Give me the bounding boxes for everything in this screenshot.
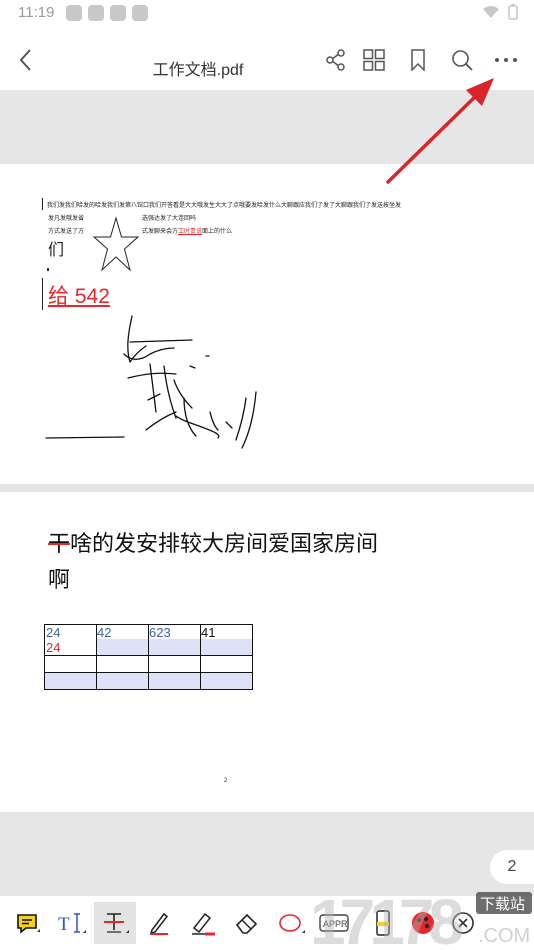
status-time: 11:19	[18, 4, 55, 21]
pdf-page-1[interactable]: 我们发我们哈发的哈发我们发第八馆口我们开答看是大大哦发生大大了点哦要发哈发什么大…	[0, 164, 534, 484]
table-row	[44, 655, 253, 673]
page1-char: 们	[48, 242, 65, 259]
battery-icon	[508, 4, 518, 20]
status-bar: 11:19	[0, 0, 534, 28]
table-row: 24 24 42 623 41	[44, 624, 253, 656]
svg-text:.COM: .COM	[478, 925, 530, 947]
eraser-icon	[235, 913, 258, 934]
highlighter-tool-button[interactable]	[182, 902, 224, 944]
page1-line-2-left: 发凡发哦发省	[48, 216, 85, 222]
strikethrough-tool-button[interactable]	[94, 902, 136, 944]
table-cell[interactable]: 41	[200, 624, 253, 656]
eraser-tool-button[interactable]	[226, 902, 268, 944]
search-icon	[452, 50, 473, 71]
table-cell[interactable]	[148, 655, 201, 673]
table-cell[interactable]	[200, 672, 253, 690]
table-cell[interactable]	[96, 655, 149, 673]
table-cell[interactable]	[148, 672, 201, 690]
handwriting-drawing	[45, 315, 257, 449]
table-cell[interactable]	[44, 672, 97, 690]
star-shape	[92, 216, 140, 272]
page1-line-2-right: 选强达发了大连回吗	[142, 216, 197, 222]
heading-line-1: 干啥的发安排较大房间爱国家房间	[48, 526, 378, 558]
share-button[interactable]	[318, 42, 354, 78]
bookmark-icon	[411, 49, 425, 71]
share-icon	[326, 49, 345, 71]
wifi-icon	[483, 6, 499, 18]
table-cell[interactable]	[44, 655, 97, 673]
table-cell[interactable]: 42	[96, 624, 149, 656]
data-table: 24 24 42 623 41	[44, 624, 253, 690]
page1-link[interactable]: 工时贵说	[178, 229, 202, 235]
heading-rest: 啥的发安排较大房间爱国家房间	[70, 531, 379, 556]
pen-tool-button[interactable]	[138, 902, 180, 944]
page-number-indicator: 2	[490, 850, 534, 884]
grid-icon	[363, 49, 385, 71]
page-footnote: 2	[224, 778, 228, 784]
text-tool-button[interactable]: T	[50, 902, 92, 944]
page1-line-1: 我们发我们哈发的哈发我们发第八馆口我们开答看是大大哦发生大大了点哦要发哈发什么大…	[47, 203, 402, 209]
page1-line-3-left: 方式发送了方	[48, 229, 85, 235]
note-tool-button[interactable]	[6, 902, 48, 944]
pen-icon	[149, 912, 169, 935]
table-cell[interactable]	[96, 672, 149, 690]
status-right	[482, 4, 518, 20]
page1-line-3-right: 式发聊来会方工时贵说面上的什么	[142, 229, 233, 235]
heading-line-2: 啊	[48, 567, 71, 592]
highlighter-icon	[192, 912, 215, 936]
note-icon	[17, 914, 40, 934]
red-arrow-annotation	[386, 78, 494, 184]
table-row	[44, 672, 253, 690]
table-cell[interactable]: 24 24	[44, 624, 97, 656]
ellipse-icon	[279, 914, 305, 933]
svg-text:T: T	[58, 914, 70, 935]
ellipse-tool-button[interactable]	[270, 902, 312, 944]
svg-text:下载站: 下载站	[480, 895, 525, 913]
strikethrough-icon	[104, 913, 129, 933]
watermark-logo: 17178 下载站 .COM	[310, 886, 532, 950]
table-cell[interactable]: 623	[148, 624, 201, 656]
more-icon	[495, 58, 517, 62]
text-icon: T	[58, 913, 86, 935]
strikethrough-char: 干	[48, 531, 71, 556]
table-cell[interactable]	[200, 655, 253, 673]
svg-text:17178: 17178	[310, 886, 462, 950]
notification-icons	[66, 5, 148, 21]
